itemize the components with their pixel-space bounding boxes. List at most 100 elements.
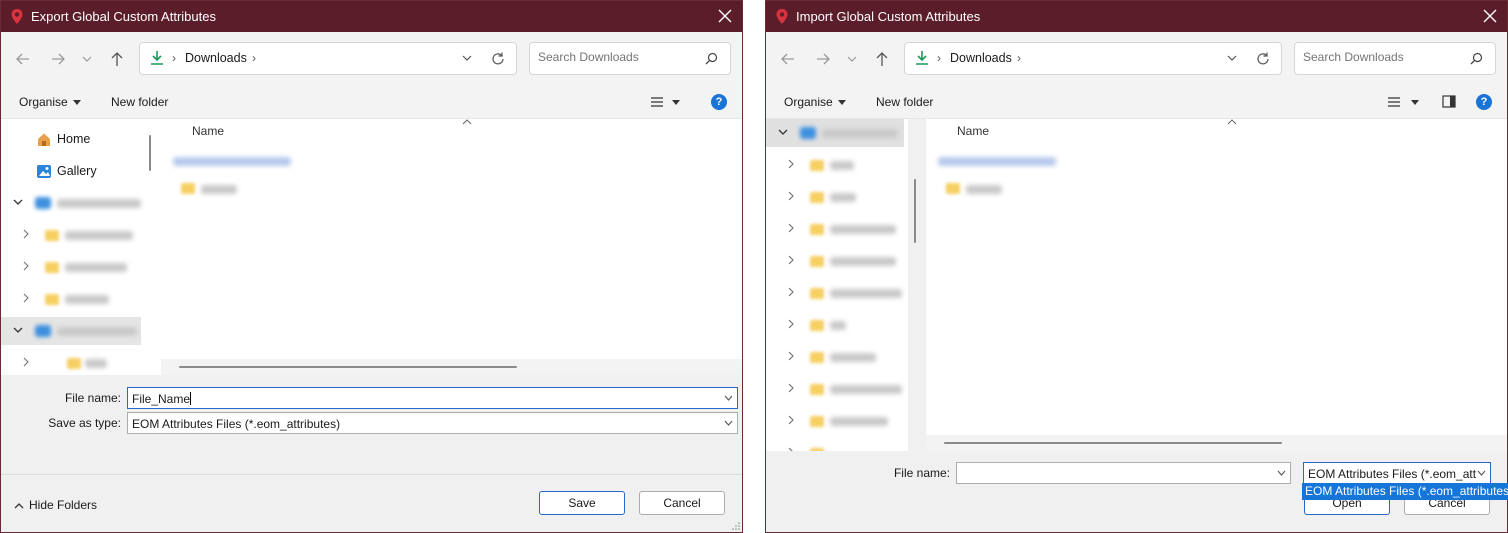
- tree-scrollbar[interactable]: [149, 135, 151, 171]
- view-options-caret-icon[interactable]: [672, 100, 680, 105]
- forward-arrow-icon[interactable]: [814, 50, 832, 68]
- tree-folder[interactable]: [766, 215, 908, 243]
- address-bar[interactable]: › Downloads ›: [904, 42, 1282, 75]
- tree-folder[interactable]: [766, 407, 908, 435]
- new-folder-button[interactable]: New folder: [111, 95, 168, 109]
- chevron-down-icon[interactable]: [1477, 470, 1486, 476]
- save-as-type-select[interactable]: EOM Attributes Files (*.eom_attributes): [127, 412, 738, 434]
- chevron-right-icon[interactable]: [786, 383, 796, 393]
- chevron-down-icon[interactable]: [1227, 54, 1237, 62]
- tree-folder[interactable]: [766, 311, 908, 339]
- tree-folder[interactable]: [766, 183, 908, 211]
- chevron-down-icon[interactable]: [13, 197, 23, 207]
- back-arrow-icon[interactable]: [14, 50, 32, 68]
- tree-item-selected[interactable]: [1, 317, 141, 345]
- caret-down-icon: [72, 100, 81, 106]
- chevron-down-icon[interactable]: [724, 420, 733, 426]
- nav-item-blurred[interactable]: [1, 189, 159, 217]
- view-list-icon[interactable]: [650, 96, 664, 108]
- help-icon[interactable]: ?: [711, 94, 727, 110]
- view-options-caret-icon[interactable]: [1411, 100, 1419, 105]
- hide-folders-toggle[interactable]: Hide Folders: [14, 498, 97, 512]
- breadcrumb-downloads[interactable]: Downloads: [950, 51, 1012, 65]
- chevron-right-icon[interactable]: [786, 287, 796, 297]
- redacted-label: [830, 257, 896, 266]
- search-box[interactable]: [529, 42, 731, 75]
- help-icon[interactable]: ?: [1476, 94, 1492, 110]
- recent-locations-chevron-icon[interactable]: [845, 50, 859, 68]
- breadcrumb-downloads[interactable]: Downloads: [185, 51, 247, 65]
- tree-folder[interactable]: [766, 151, 908, 179]
- redacted-label: [65, 295, 109, 304]
- hide-folders-label: Hide Folders: [29, 498, 98, 512]
- view-list-icon[interactable]: [1387, 96, 1401, 108]
- chevron-right-icon[interactable]: [21, 357, 31, 367]
- chevron-down-icon[interactable]: [13, 325, 23, 335]
- file-name-field[interactable]: [956, 462, 1291, 484]
- chevron-down-icon[interactable]: [462, 54, 472, 62]
- file-type-select[interactable]: EOM Attributes Files (*.eom_att: [1303, 462, 1491, 484]
- file-type-option-selected[interactable]: EOM Attributes Files (*.eom_attributes): [1302, 483, 1508, 500]
- organise-menu[interactable]: Organise: [19, 95, 81, 109]
- nav-item-home[interactable]: Home: [1, 125, 159, 153]
- horizontal-scrollbar[interactable]: [179, 366, 517, 368]
- organise-menu[interactable]: Organise: [784, 95, 846, 109]
- tree-item-selected[interactable]: [766, 119, 904, 147]
- up-arrow-icon[interactable]: [108, 50, 126, 68]
- chevron-down-icon[interactable]: [724, 395, 733, 401]
- chevron-down-icon[interactable]: [1277, 470, 1286, 476]
- column-header-name[interactable]: Name: [957, 124, 989, 138]
- save-button[interactable]: Save: [539, 491, 625, 515]
- nav-item-gallery[interactable]: Gallery: [1, 157, 159, 185]
- breadcrumb-separator[interactable]: ›: [252, 51, 256, 65]
- file-name-field[interactable]: File_Name: [127, 387, 738, 409]
- tree-folder[interactable]: [1, 221, 159, 249]
- redacted-label: [830, 385, 902, 394]
- tree-folder[interactable]: [766, 247, 908, 275]
- refresh-icon[interactable]: [490, 51, 506, 67]
- tree-folder[interactable]: [766, 439, 908, 451]
- cancel-button[interactable]: Cancel: [639, 491, 725, 515]
- chevron-right-icon[interactable]: [21, 261, 31, 271]
- refresh-icon[interactable]: [1255, 51, 1271, 67]
- search-input[interactable]: [538, 50, 698, 64]
- chevron-right-icon[interactable]: [786, 351, 796, 361]
- tree-folder[interactable]: [766, 375, 908, 403]
- breadcrumb-separator: ›: [172, 51, 176, 65]
- redacted-folder-name[interactable]: [966, 185, 1002, 194]
- chevron-right-icon[interactable]: [786, 223, 796, 233]
- close-button[interactable]: [708, 1, 742, 32]
- tree-folder[interactable]: [766, 343, 908, 371]
- chevron-right-icon[interactable]: [786, 255, 796, 265]
- redacted-folder-name[interactable]: [201, 185, 237, 194]
- tree-folder[interactable]: [766, 279, 908, 307]
- nav-item-gallery-label: Gallery: [57, 164, 97, 178]
- recent-locations-chevron-icon[interactable]: [80, 50, 94, 68]
- resize-grip-icon[interactable]: [732, 522, 740, 530]
- column-header-name[interactable]: Name: [192, 124, 224, 138]
- chevron-right-icon[interactable]: [21, 229, 31, 239]
- back-arrow-icon[interactable]: [779, 50, 797, 68]
- chevron-right-icon[interactable]: [786, 191, 796, 201]
- chevron-right-icon[interactable]: [786, 159, 796, 169]
- tree-folder[interactable]: [1, 253, 159, 281]
- redacted-group-header: [938, 157, 1056, 166]
- up-arrow-icon[interactable]: [873, 50, 891, 68]
- horizontal-scrollbar[interactable]: [944, 442, 1282, 444]
- new-folder-button[interactable]: New folder: [876, 95, 933, 109]
- chevron-right-icon[interactable]: [21, 293, 31, 303]
- breadcrumb-separator[interactable]: ›: [1017, 51, 1021, 65]
- forward-arrow-icon[interactable]: [49, 50, 67, 68]
- preview-pane-icon[interactable]: [1442, 95, 1456, 108]
- chevron-down-icon[interactable]: [778, 127, 788, 137]
- chevron-right-icon[interactable]: [786, 319, 796, 329]
- address-bar[interactable]: › Downloads ›: [139, 42, 517, 75]
- bottom-panel: File name: File_Name Save as type: EOM A…: [1, 375, 742, 532]
- close-button[interactable]: [1473, 1, 1507, 32]
- tree-folder[interactable]: [1, 285, 159, 313]
- search-box[interactable]: [1294, 42, 1496, 75]
- chevron-right-icon[interactable]: [786, 415, 796, 425]
- tree-folder[interactable]: [1, 349, 159, 375]
- tree-scrollbar-thumb[interactable]: [914, 179, 916, 243]
- search-input[interactable]: [1303, 50, 1463, 64]
